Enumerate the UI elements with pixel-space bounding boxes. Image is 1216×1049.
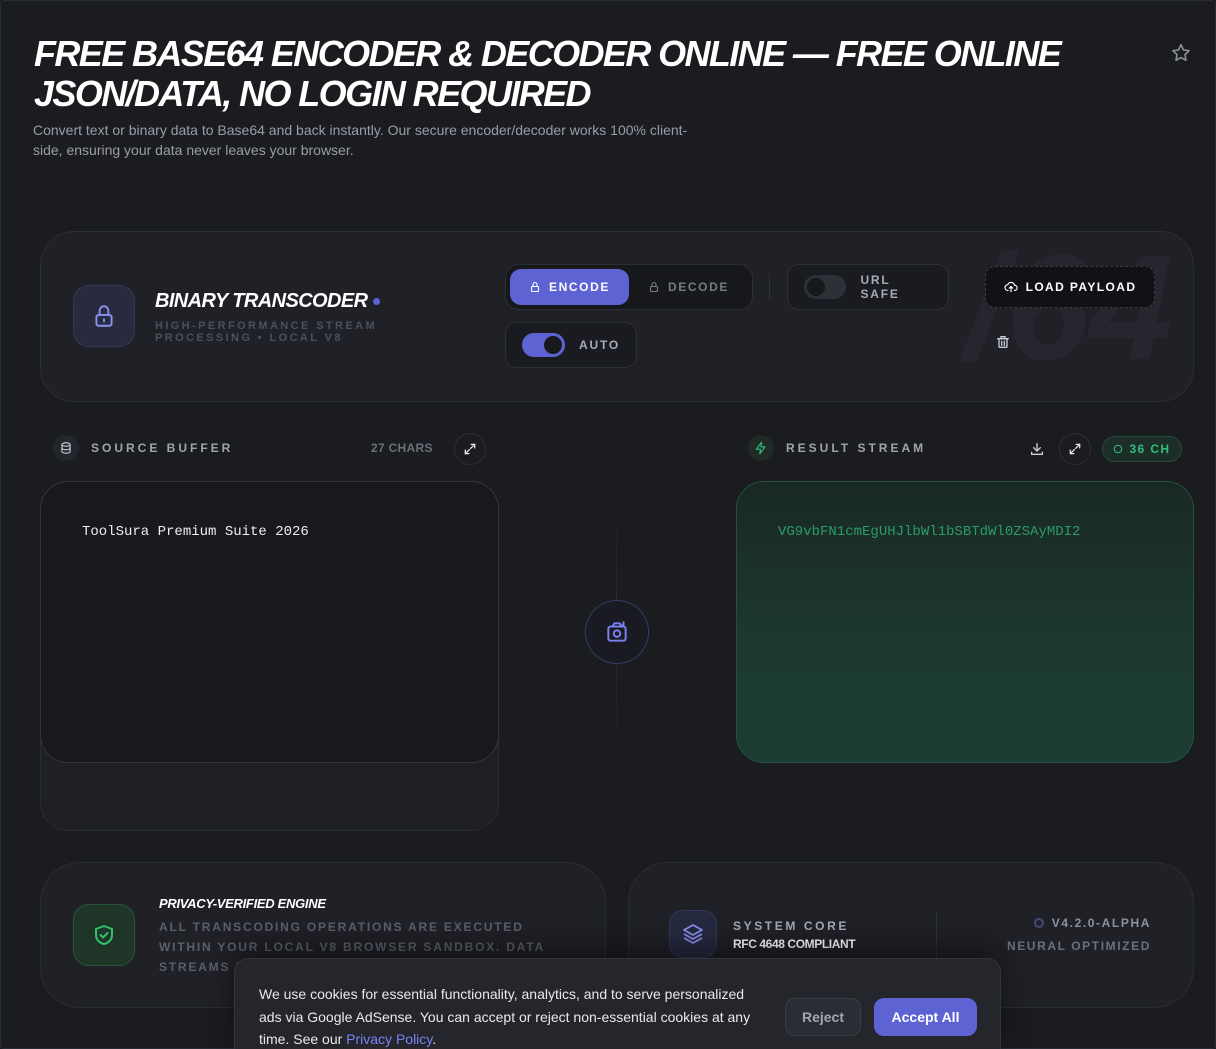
expand-icon [1069,443,1081,455]
swap-icon [607,621,627,642]
reject-cookies-button[interactable]: Reject [785,998,861,1036]
system-divider [936,911,937,961]
brand-status-dot [373,298,381,306]
auto-toggle[interactable]: AUTO [505,322,637,368]
source-text: ToolSura Premium Suite 2026 [82,524,309,540]
result-char-count-badge: 36 CH [1102,436,1182,462]
url-safe-switch[interactable] [804,275,847,299]
control-panel: /64 BINARY TRANSCODER HIGH-PERFORMANCE S… [40,231,1194,402]
layers-icon [669,910,717,958]
result-stream-label: RESULT STREAM [786,441,927,455]
expand-source-button[interactable] [454,433,486,465]
lock-icon [530,281,540,293]
auto-label: AUTO [579,338,620,352]
version-label: V4.2.0-ALPHA [1033,916,1151,930]
upload-cloud-icon [1004,281,1018,293]
page-title: FREE BASE64 ENCODER & DECODER ONLINE — F… [34,33,1062,114]
result-text: VG9vbFN1cmEgUHJlbWl1bSBTdWl0ZSAyMDI2 [778,524,1081,540]
system-core-value: RFC 4648 COMPLIANT [733,937,856,951]
version-status-icon [1033,918,1044,928]
check-circle-icon [1114,444,1123,454]
cookie-text: We use cookies for essential functionali… [259,983,769,1049]
neural-optimized-label: NEURAL OPTIMIZED [1006,939,1151,953]
url-safe-label: URL SAFE [860,273,900,301]
unlock-icon [649,281,659,293]
trash-icon[interactable] [995,334,1013,352]
load-payload-label: LOAD PAYLOAD [1025,280,1137,294]
mode-switch: ENCODE DECODE [505,264,753,310]
source-buffer-header: SOURCE BUFFER [53,435,233,461]
version-text: V4.2.0-ALPHA [1051,916,1151,930]
lock-icon [73,285,135,347]
encode-mode-button[interactable]: ENCODE [510,269,629,305]
privacy-title: PRIVACY-VERIFIED ENGINE [159,896,326,911]
swap-button[interactable] [585,600,649,664]
result-output[interactable]: VG9vbFN1cmEgUHJlbWl1bSBTdWl0ZSAyMDI2 [736,481,1194,763]
privacy-policy-link[interactable]: Privacy Policy [346,1031,432,1047]
page-subtitle: Convert text or binary data to Base64 an… [33,122,688,158]
decode-mode-button[interactable]: DECODE [629,269,748,305]
result-stream-header: RESULT STREAM [748,435,926,461]
cookie-message: We use cookies for essential functionali… [259,986,751,1047]
shield-check-icon [73,904,135,966]
decode-label: DECODE [668,280,729,294]
accept-cookies-button[interactable]: Accept All [874,998,977,1036]
control-divider [769,274,770,300]
source-char-count: 27 CHARS [371,441,433,455]
zap-icon [748,435,774,461]
favorite-star-icon[interactable] [1170,42,1192,64]
brand-subtitle: HIGH-PERFORMANCE STREAM PROCESSING • LOC… [155,320,378,344]
database-icon [53,435,79,461]
load-payload-button[interactable]: LOAD PAYLOAD [985,266,1155,308]
result-char-count: 36 CH [1129,442,1171,456]
auto-switch[interactable] [522,333,566,357]
expand-icon [464,443,476,455]
url-safe-toggle[interactable]: URL SAFE [787,264,949,310]
encode-label: ENCODE [549,280,610,294]
cookie-period: . [432,1031,437,1047]
source-textarea[interactable]: ToolSura Premium Suite 2026 [40,481,499,763]
source-buffer-label: SOURCE BUFFER [91,441,234,455]
brand-name: BINARY TRANSCODER [155,290,381,313]
expand-result-button[interactable] [1059,433,1091,465]
cookie-banner: We use cookies for essential functionali… [234,958,1001,1049]
system-core-label: SYSTEM CORE [733,919,849,933]
download-icon[interactable] [1029,441,1045,457]
